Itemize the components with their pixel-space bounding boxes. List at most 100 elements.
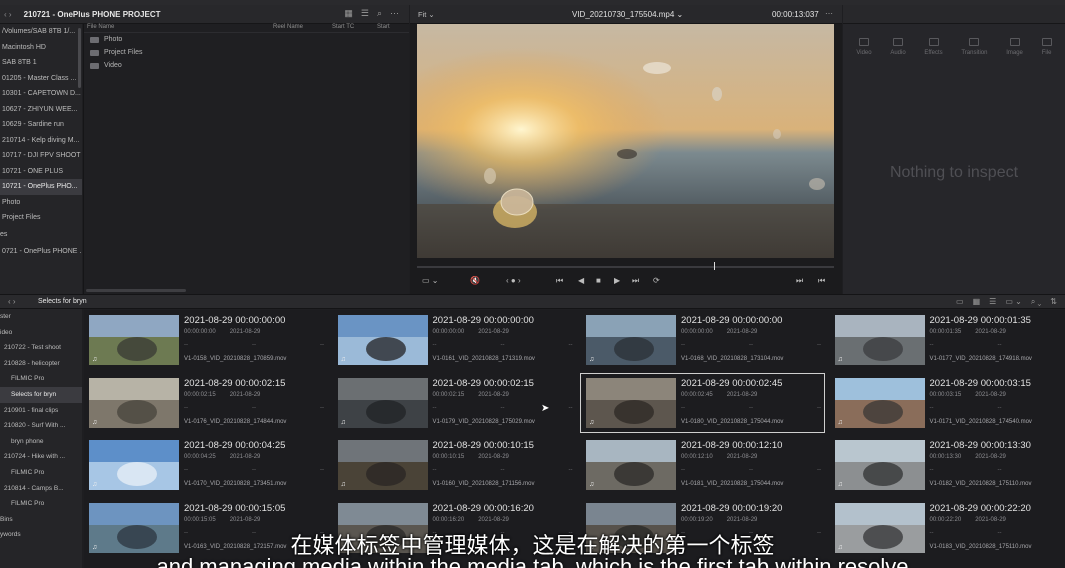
clip-thumbnail[interactable]: ♫ xyxy=(834,377,925,428)
storage-item[interactable]: 10721 - ONE PLUS xyxy=(0,164,82,180)
column-start[interactable]: Start xyxy=(374,24,390,32)
sort-icon[interactable]: ⇅ xyxy=(1050,297,1057,307)
clip-thumbnail[interactable]: ♫ xyxy=(586,440,676,491)
clip-date: 2021-08-29 xyxy=(975,391,1006,398)
play-reverse-icon[interactable]: ◀ xyxy=(578,276,584,285)
clip-item[interactable]: ♫ 2021-08-29 00:00:00:00 00:00:00:00 2021-0… xyxy=(333,311,576,369)
bin-tree-item[interactable]: 210828 - helicopter xyxy=(0,356,82,372)
clip-thumbnail[interactable]: ♫ xyxy=(89,377,179,428)
storage-item[interactable]: Project Files xyxy=(0,210,82,226)
clip-item[interactable]: ♫ 2021-08-29 00:00:00:00 00:00:00:00 2021-0… xyxy=(84,311,327,369)
bin-tree-item[interactable]: bryn phone xyxy=(0,434,82,450)
metadata-view-icon[interactable]: ▭ xyxy=(956,297,964,307)
clip-empty-fields: ------ xyxy=(184,342,324,348)
stop-icon[interactable]: ■ xyxy=(596,276,601,285)
skip-back-icon[interactable]: ⏮ xyxy=(556,276,563,286)
storage-item[interactable]: Macintosh HD xyxy=(0,40,82,56)
file-row-video[interactable]: Video xyxy=(84,59,409,72)
list-view-icon[interactable]: ☰ xyxy=(361,8,369,19)
search-icon[interactable]: ⌕ ⌄ xyxy=(1031,297,1041,307)
clip-item[interactable]: ♫ 2021-08-29 00:00:03:15 00:00:03:15 2021-0… xyxy=(830,374,1065,432)
bin-tree-item[interactable]: 210722 - Test shoot xyxy=(0,340,82,356)
clip-thumbnail[interactable]: ♫ xyxy=(89,440,179,491)
storage-item[interactable]: 10627 - ZHIYUN WEE... xyxy=(0,102,82,118)
section-item[interactable]: 0721 - OnePlus PHONE ... xyxy=(0,244,82,260)
viewer-options-icon[interactable]: ⋯ xyxy=(825,9,833,18)
back-icon[interactable]: ‹ › xyxy=(4,10,12,19)
bin-tree-item[interactable]: 210901 - final clips xyxy=(0,403,82,419)
clip-item[interactable]: ♫ 2021-08-29 00:00:04:25 00:00:04:25 2021-0… xyxy=(84,436,327,494)
clip-item[interactable]: ♫ 2021-08-29 00:00:00:00 00:00:00:00 2021-0… xyxy=(581,311,824,369)
clip-item[interactable]: ♫ 2021-08-29 00:00:12:10 00:00:12:10 2021-0… xyxy=(581,436,824,494)
viewer-clip-name[interactable]: VID_20210730_175504.mp4 ⌄ xyxy=(572,10,683,19)
thumbnail-view-icon[interactable]: ▦ xyxy=(973,297,981,307)
bin-tree-item[interactable]: 210724 - Hike with ... xyxy=(0,449,82,465)
bin-tree-item[interactable]: Selects for bryn xyxy=(0,386,82,403)
clip-thumbnail[interactable]: ♫ xyxy=(89,315,179,365)
storage-item[interactable]: Photo xyxy=(0,195,82,211)
storage-item[interactable]: 10717 - DJI FPV SHOOT xyxy=(0,148,82,164)
storage-item[interactable]: 10721 - OnePlus PHO... xyxy=(0,179,82,195)
inspector-tab-image[interactable]: Image xyxy=(1006,38,1023,56)
sort-dropdown[interactable]: ▭ ⌄ xyxy=(1005,297,1021,307)
storage-item[interactable]: 10629 - Sardine run xyxy=(0,117,82,133)
mute-icon[interactable]: 🔇 xyxy=(470,276,480,285)
clip-thumbnail[interactable]: ♫ xyxy=(834,315,925,365)
clip-item[interactable]: ♫ 2021-08-29 00:00:10:15 00:00:10:15 2021-0… xyxy=(333,436,576,494)
bin-tree-item[interactable]: FILMIC Pro xyxy=(0,371,82,387)
mark-in-icon[interactable]: ⏭ xyxy=(796,276,803,286)
storage-item[interactable]: 01205 - Master Class ... xyxy=(0,71,82,87)
search-icon[interactable]: ⌕ xyxy=(377,8,382,19)
clip-item[interactable]: ♫ 2021-08-29 00:00:02:15 00:00:02:15 2021-0… xyxy=(84,374,327,432)
clip-metadata: 00:00:15:05 2021-08-29 xyxy=(184,517,260,523)
play-icon[interactable]: ▶ xyxy=(614,276,620,285)
file-row-project-files[interactable]: Project Files xyxy=(84,46,409,59)
clip-item[interactable]: ♫ 2021-08-29 00:00:02:15 00:00:02:15 2021-0… xyxy=(333,374,576,432)
skip-forward-icon[interactable]: ⏭ xyxy=(632,276,639,286)
inspector-tab-effects[interactable]: Effects xyxy=(924,38,943,56)
clip-title: 2021-08-29 00:00:12:10 xyxy=(681,440,783,452)
inspector-tab-file[interactable]: File xyxy=(1041,38,1052,56)
scrubber-bar[interactable] xyxy=(417,266,834,268)
storage-item[interactable]: 210714 - Kelp diving M... xyxy=(0,133,82,149)
clip-start-tc: 00:00:04:25 xyxy=(184,454,216,461)
playhead[interactable] xyxy=(714,262,715,270)
bin-tree-item[interactable]: FILMIC Pro xyxy=(0,465,82,481)
clip-thumbnail[interactable]: ♫ xyxy=(586,315,676,365)
clip-thumbnail[interactable]: ♫ xyxy=(834,440,925,491)
storage-item[interactable]: SAB 8TB 1 xyxy=(0,55,82,71)
bin-tree-item[interactable]: ster xyxy=(0,309,82,325)
column-start-tc[interactable]: Start TC xyxy=(329,24,374,32)
clip-thumbnail[interactable]: ♫ xyxy=(586,377,676,428)
mark-out-icon[interactable]: ⏮ xyxy=(818,276,825,286)
bin-back-forward[interactable]: ‹ › xyxy=(8,297,16,306)
more-options-icon[interactable]: ⋯ xyxy=(390,8,399,19)
file-list-scrollbar[interactable] xyxy=(86,289,186,292)
jog-control[interactable]: ‹ ● › xyxy=(506,276,521,285)
bin-tree-item[interactable]: 210814 - Camps B... xyxy=(0,481,82,497)
viewer-mode-icon[interactable]: ▭ ⌄ xyxy=(422,276,438,285)
sidebar-scrollbar[interactable] xyxy=(78,28,81,88)
clip-item[interactable]: ♫ 2021-08-29 00:00:01:35 00:00:01:35 2021-0… xyxy=(830,311,1065,369)
fit-dropdown[interactable]: Fit ⌄ xyxy=(418,10,435,19)
loop-icon[interactable]: ⟳ xyxy=(653,276,660,285)
clip-item[interactable]: ♫ 2021-08-29 00:00:13:30 00:00:13:30 2021-0… xyxy=(830,436,1065,494)
storage-item[interactable]: /Volumes/SAB 8TB 1/... xyxy=(0,24,82,40)
inspector-tab-video[interactable]: Video xyxy=(856,38,872,56)
clip-thumbnail[interactable]: ♫ xyxy=(337,315,428,365)
inspector-tab-transition[interactable]: Transition xyxy=(961,38,987,56)
inspector-tab-audio[interactable]: Audio xyxy=(890,38,906,56)
bin-tree-item[interactable]: Bins xyxy=(0,512,82,528)
bin-tree-item[interactable]: ideo xyxy=(0,325,82,341)
clip-thumbnail[interactable]: ♫ xyxy=(337,440,428,491)
bin-tree-item[interactable]: 210820 - Surf With ... xyxy=(0,418,82,434)
file-row-photo[interactable]: Photo xyxy=(84,33,409,46)
list-view-icon[interactable]: ☰ xyxy=(989,297,996,307)
column-reel-name[interactable]: Reel Name xyxy=(270,24,329,32)
clip-thumbnail[interactable]: ♫ xyxy=(337,377,428,428)
clip-item[interactable]: ♫ 2021-08-29 00:00:02:45 00:00:02:45 2021-0… xyxy=(580,372,825,433)
column-file-name[interactable]: File Name xyxy=(84,24,270,32)
thumbnail-view-icon[interactable]: ▦ xyxy=(344,8,353,19)
storage-item[interactable]: 10301 - CAPETOWN D... xyxy=(0,86,82,102)
bin-tree-item[interactable]: FILMIC Pro xyxy=(0,496,82,512)
